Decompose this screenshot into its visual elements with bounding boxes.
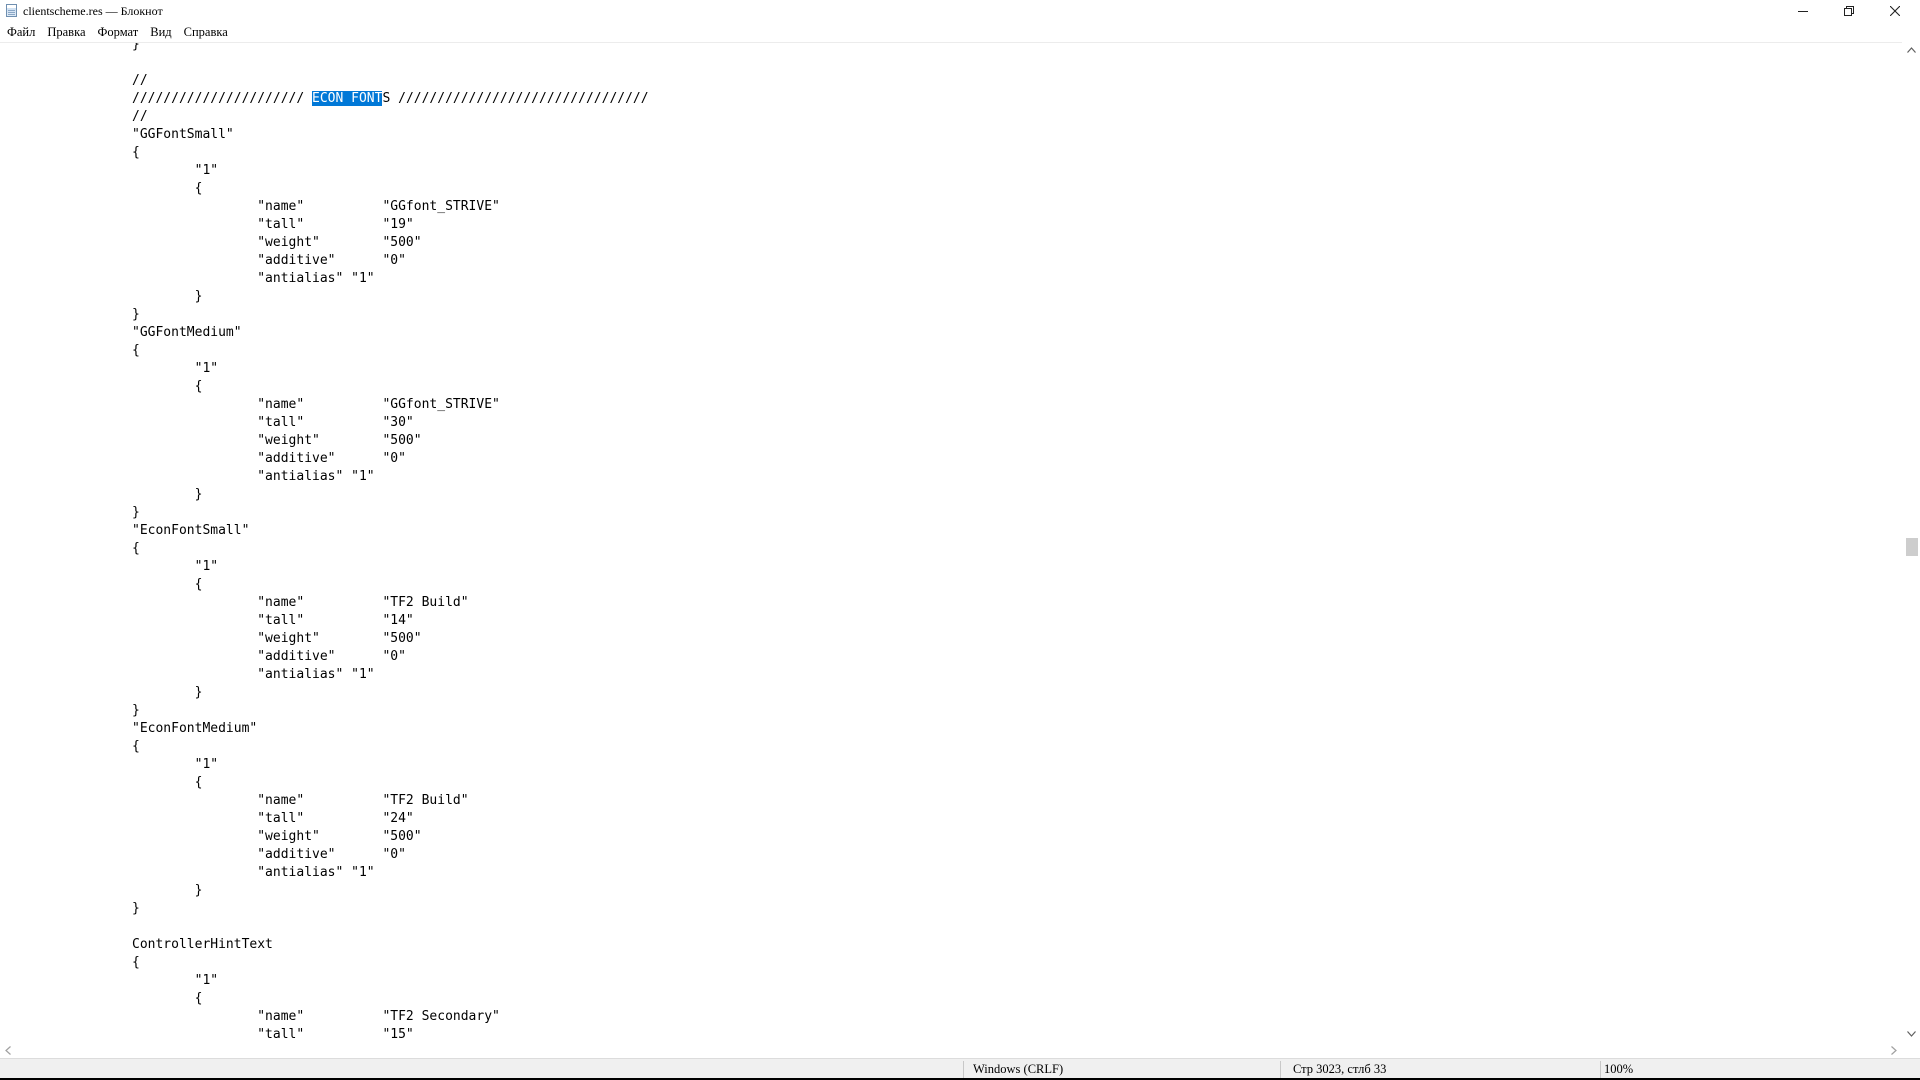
minimize-icon [1798, 11, 1808, 12]
editor-line: } [132, 703, 140, 718]
editor-line: "antialias" "1" [132, 865, 375, 880]
text-editor[interactable]: } // ////////////////////// ECON FONTS ///… [0, 42, 1902, 1042]
editor-line: "antialias" "1" [132, 667, 375, 682]
minimize-button[interactable] [1780, 0, 1826, 22]
menu-edit[interactable]: Правка [42, 24, 90, 41]
editor-line: "1" [132, 973, 219, 988]
editor-line: "additive" "0" [132, 253, 406, 268]
editor-line: } [132, 505, 140, 520]
scroll-left-arrow-icon [5, 1045, 11, 1055]
status-separator [963, 1061, 964, 1078]
scroll-up-arrow-icon [1906, 47, 1916, 53]
scroll-down-button[interactable] [1902, 1026, 1920, 1042]
menu-help[interactable]: Справка [179, 24, 233, 41]
scroll-down-arrow-icon [1906, 1031, 1916, 1037]
status-separator [1600, 1061, 1601, 1078]
editor-line: } [132, 307, 140, 322]
editor-line: "1" [132, 757, 219, 772]
editor-line: } [132, 487, 203, 502]
editor-line: ////////////////////// ECON FONTS //////… [132, 91, 649, 106]
editor-line: "1" [132, 559, 219, 574]
editor-line: "name" "GGfont_STRIVE" [132, 199, 500, 214]
scroll-right-button[interactable] [1886, 1042, 1902, 1058]
editor-line: ControllerHintText [132, 937, 273, 952]
editor-line: // [132, 109, 148, 124]
restore-icon [1844, 6, 1854, 16]
editor-line: "tall" "15" [132, 1027, 414, 1042]
editor-line: "weight" "500" [132, 829, 422, 844]
title-bar[interactable]: clientscheme.res — Блокнот [0, 0, 1920, 22]
restore-button[interactable] [1826, 0, 1872, 22]
window-title: clientscheme.res — Блокнот [23, 4, 163, 18]
vertical-scrollbar[interactable] [1902, 42, 1920, 1042]
editor-line: { [132, 739, 140, 754]
notepad-icon [6, 4, 17, 17]
status-cursor-position: Стр 3023, стлб 33 [1293, 1062, 1387, 1076]
editor-line: "additive" "0" [132, 451, 406, 466]
menu-format[interactable]: Формат [93, 24, 144, 41]
editor-line: { [132, 775, 203, 790]
status-separator [1280, 1061, 1281, 1078]
editor-line: "antialias" "1" [132, 271, 375, 286]
editor-line: "name" "TF2 Build" [132, 793, 469, 808]
menu-file[interactable]: Файл [2, 24, 40, 41]
scroll-up-button[interactable] [1902, 42, 1920, 58]
editor-line: "tall" "19" [132, 217, 414, 232]
scroll-left-button[interactable] [0, 1042, 16, 1058]
editor-line: } [132, 883, 203, 898]
editor-line: { [132, 145, 140, 160]
editor-line: "name" "TF2 Secondary" [132, 1009, 500, 1024]
editor-line: "weight" "500" [132, 433, 422, 448]
editor-line: { [132, 379, 203, 394]
editor-line: { [132, 181, 203, 196]
text-selection: ECON FONT [312, 91, 383, 106]
menu-view[interactable]: Вид [145, 24, 176, 41]
editor-line: "additive" "0" [132, 649, 406, 664]
editor-line: "name" "GGfont_STRIVE" [132, 397, 500, 412]
close-icon [1890, 6, 1900, 16]
vertical-scroll-thumb[interactable] [1906, 538, 1918, 556]
editor-line: "1" [132, 361, 219, 376]
horizontal-scrollbar[interactable] [0, 1042, 1902, 1058]
editor-line: "1" [132, 163, 219, 178]
editor-line: { [132, 343, 140, 358]
editor-line: "tall" "14" [132, 613, 414, 628]
editor-line: "GGFontSmall" [132, 127, 234, 142]
editor-line: "EconFontMedium" [132, 721, 258, 736]
scroll-right-arrow-icon [1891, 1045, 1897, 1055]
editor-line: "tall" "30" [132, 415, 414, 430]
editor-line: "weight" "500" [132, 235, 422, 250]
editor-line: "GGFontMedium" [132, 325, 242, 340]
notepad-window: clientscheme.res — Блокнот Файл Правка Ф… [0, 0, 1920, 1080]
editor-line: } [132, 685, 203, 700]
scrollbar-corner [1902, 1042, 1920, 1058]
close-button[interactable] [1872, 0, 1918, 22]
editor-line: "tall" "24" [132, 811, 414, 826]
editor-line: "name" "TF2 Build" [132, 595, 469, 610]
status-zoom: 100% [1604, 1062, 1634, 1076]
editor-line: { [132, 577, 203, 592]
editor-line: { [132, 955, 140, 970]
editor-line: "EconFontSmall" [132, 523, 250, 538]
status-bar: Windows (CRLF) Стр 3023, стлб 33 100% [0, 1058, 1920, 1080]
editor-line: } [132, 289, 203, 304]
menu-bar: Файл Правка Формат Вид Справка [0, 22, 1920, 42]
editor-line: { [132, 991, 203, 1006]
editor-line: "additive" "0" [132, 847, 406, 862]
editor-line: "weight" "500" [132, 631, 422, 646]
editor-line: } [132, 901, 140, 916]
editor-line: // [132, 73, 148, 88]
status-line-ending: Windows (CRLF) [973, 1062, 1064, 1076]
editor-line: { [132, 541, 140, 556]
editor-line: } [132, 42, 140, 52]
editor-line: "antialias" "1" [132, 469, 375, 484]
